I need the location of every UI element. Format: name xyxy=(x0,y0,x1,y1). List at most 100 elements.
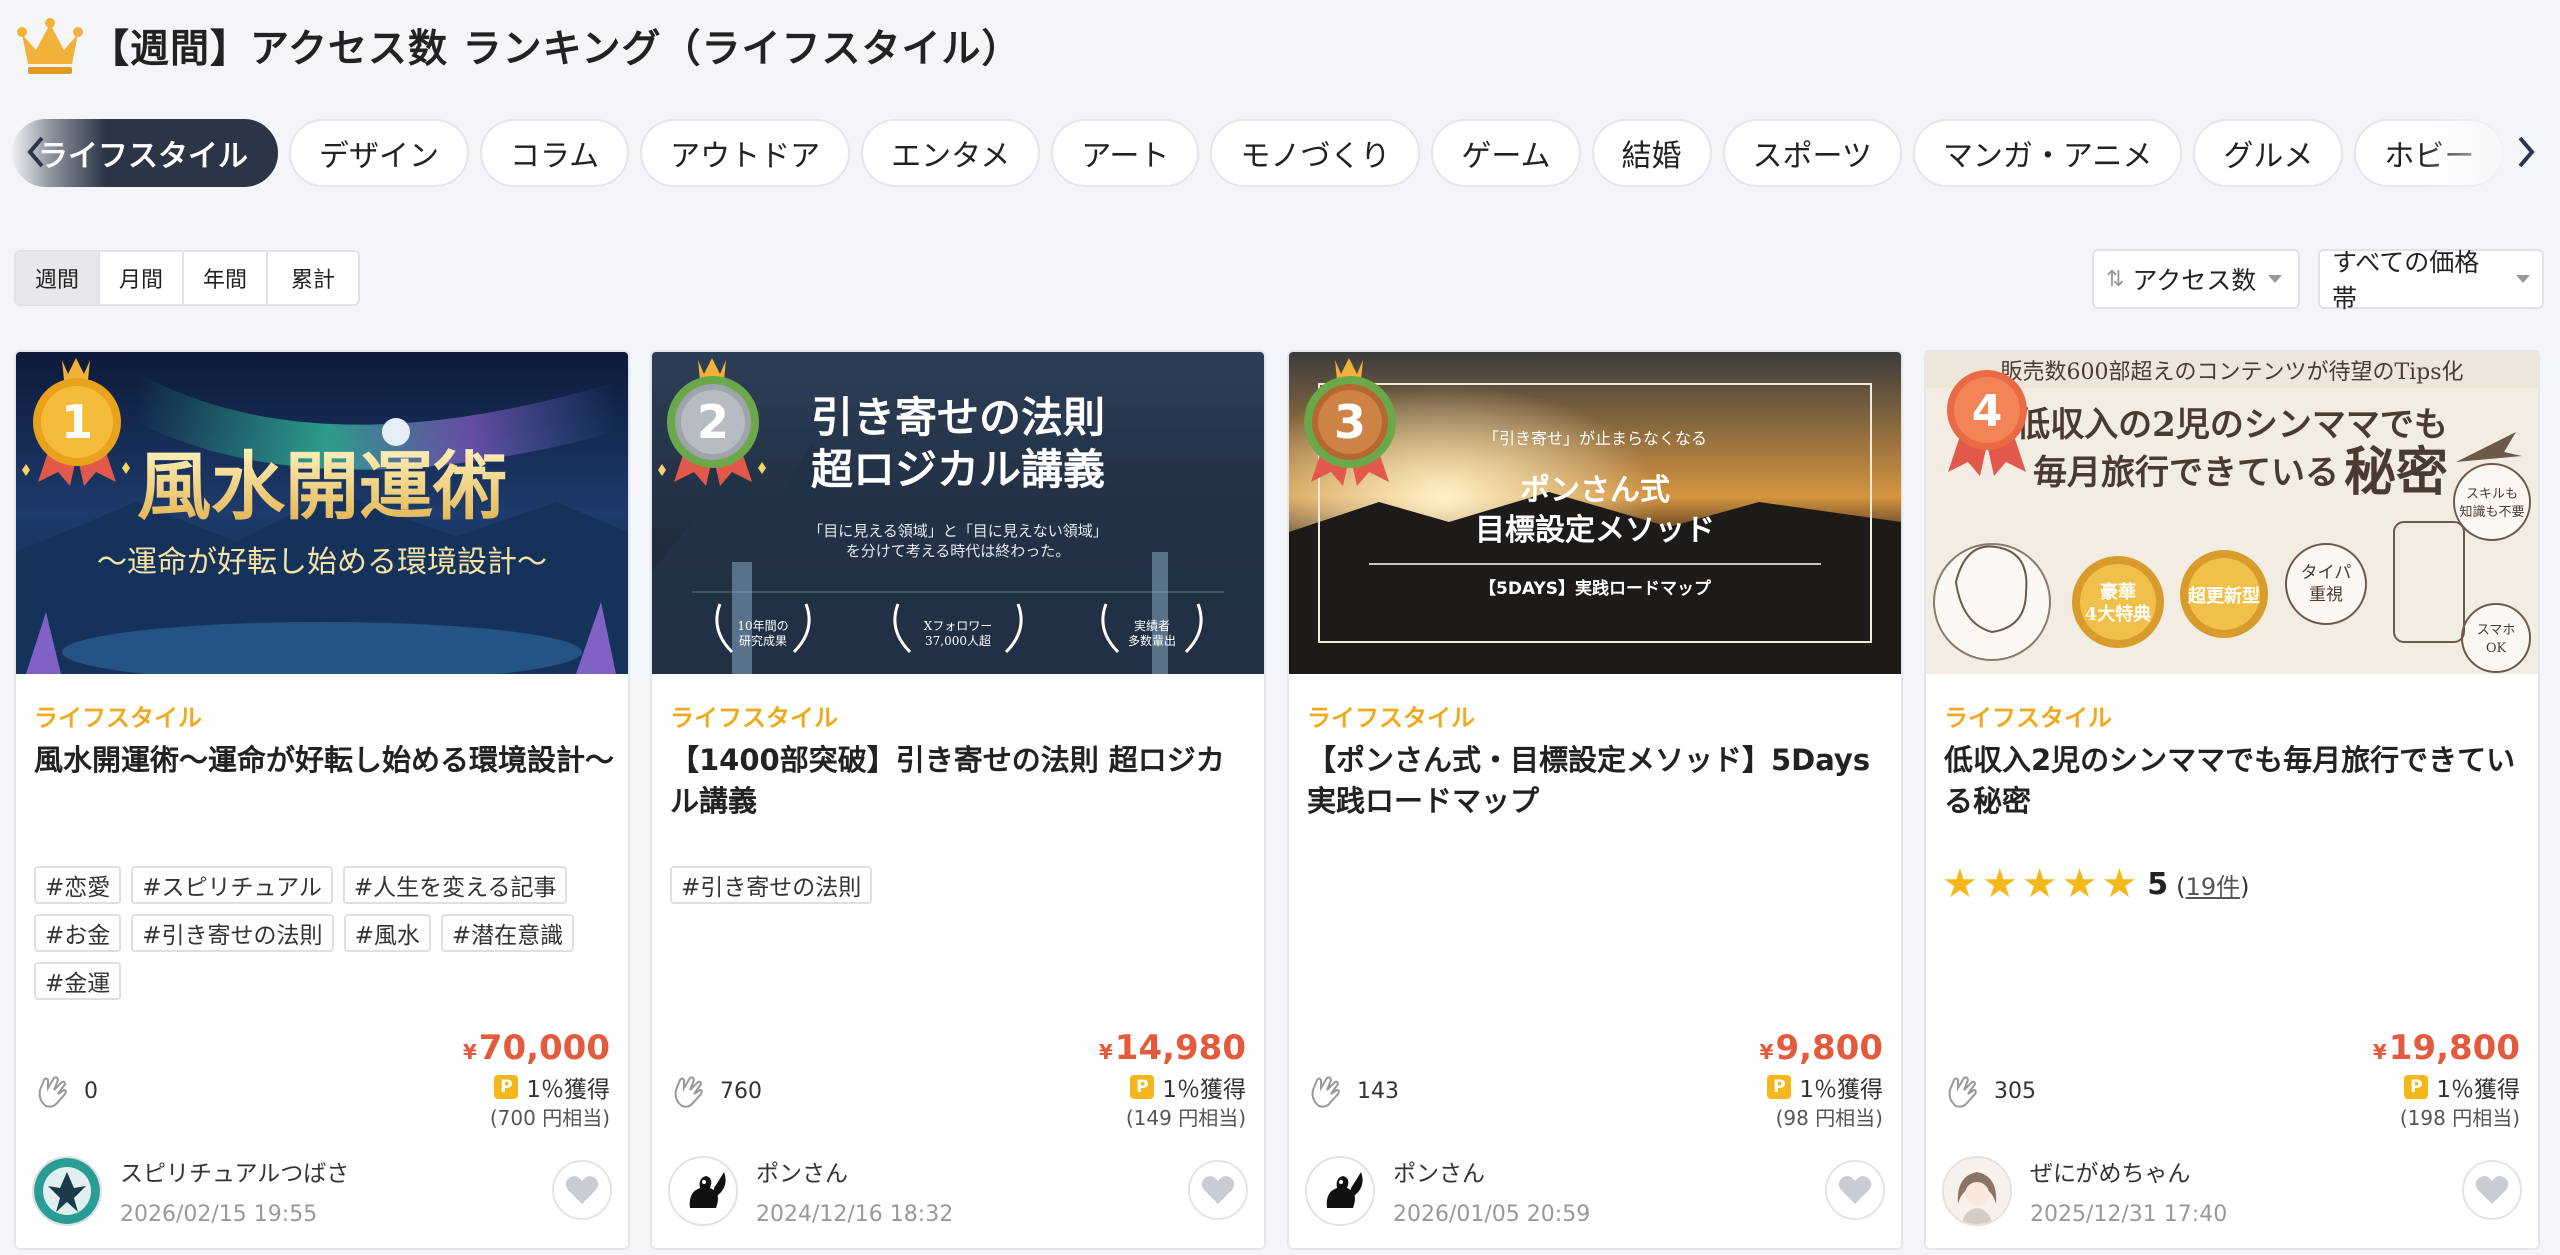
thumb-subtitle: 〜運命が好転し始める環境設計〜 xyxy=(97,545,547,580)
laurel-text: Xフォロワー xyxy=(924,619,993,633)
tab-column[interactable]: コラム xyxy=(480,119,630,187)
points-icon: P xyxy=(494,1075,519,1099)
card-category: ライフスタイル xyxy=(1944,704,2112,732)
heart-icon xyxy=(1201,1176,1235,1204)
like-count: 0 xyxy=(34,1072,98,1110)
tag[interactable]: #恋愛 xyxy=(34,866,122,904)
tab-game[interactable]: ゲーム xyxy=(1431,119,1581,187)
period-selector: 週間 月間 年間 累計 xyxy=(14,250,360,306)
card-title[interactable]: 【1400部突破】引き寄せの法則 超ロジカル講義 xyxy=(670,740,1250,822)
period-monthly[interactable]: 月間 xyxy=(100,252,184,304)
clap-icon xyxy=(674,1076,703,1108)
bubble-text: 知識も不要 xyxy=(2459,504,2524,520)
points-earned: P 1％獲得 xyxy=(1130,1070,1246,1104)
publish-date: 2025/12/31 17:40 xyxy=(2030,1202,2228,1227)
thumb-caption: 「引き寄せ」が止まらなくなる xyxy=(1483,429,1707,448)
publish-date: 2024/12/16 18:32 xyxy=(756,1202,954,1227)
author[interactable]: ポンさん 2024/12/16 18:32 xyxy=(668,1154,953,1227)
thumb-subtitle: 超ロジカル講義 xyxy=(811,445,1105,494)
rank-badge: 2 xyxy=(658,358,766,486)
card-title[interactable]: 低収入2児のシンママでも毎月旅行できている秘密 xyxy=(1944,740,2524,822)
like-count: 305 xyxy=(1944,1072,2036,1110)
tag[interactable]: #人生を変える記事 xyxy=(342,866,568,904)
tab-manga-anime[interactable]: マンガ・アニメ xyxy=(1912,119,2183,187)
tag[interactable]: #お金 xyxy=(34,914,122,952)
period-weekly[interactable]: 週間 xyxy=(16,252,100,304)
author[interactable]: ポンさん 2026/01/05 20:59 xyxy=(1305,1154,1590,1227)
bubble-text: OK xyxy=(2486,641,2507,656)
thumb-subtitle: 毎月旅行できている xyxy=(2033,453,2339,493)
caret-down-icon xyxy=(2516,275,2530,283)
tab-monozukuri[interactable]: モノづくり xyxy=(1210,119,1421,187)
laurel-text: 10年間の xyxy=(737,619,788,633)
tag[interactable]: #引き寄せの法則 xyxy=(131,914,334,952)
avatar xyxy=(668,1155,738,1226)
publish-date: 2026/02/15 19:55 xyxy=(120,1202,318,1227)
favorite-button[interactable] xyxy=(2462,1160,2522,1220)
tab-entertainment[interactable]: エンタメ xyxy=(861,119,1041,187)
bubble-text: スキルも xyxy=(2466,487,2518,502)
laurel-text: 実績者 xyxy=(1134,618,1170,633)
rating-score: 5 xyxy=(2147,866,2169,902)
ranking-card[interactable]: 「引き寄せ」が止まらなくなる ポンさん式 目標設定メソッド 【5DAYS】実践ロ… xyxy=(1287,350,1903,1250)
thumb-title: 風水開運術 xyxy=(137,444,507,530)
tag[interactable]: #潜在意識 xyxy=(440,914,575,952)
points-icon: P xyxy=(1130,1075,1155,1099)
tab-marriage[interactable]: 結婚 xyxy=(1591,119,1712,187)
review-count: (19件) xyxy=(2176,872,2250,901)
favorite-button[interactable] xyxy=(1188,1160,1248,1220)
points-equivalent: (149 円相当) xyxy=(1125,1106,1246,1130)
points-equivalent: (98 円相当) xyxy=(1775,1106,1883,1130)
tab-sports[interactable]: スポーツ xyxy=(1722,119,1902,187)
card-category: ライフスタイル xyxy=(1307,704,1475,732)
ranking-card[interactable]: 販売数600部超えのコンテンツが待望のTips化 低収入の2児のシンママでも 毎… xyxy=(1924,350,2540,1250)
avatar xyxy=(1942,1155,2012,1226)
thumb-title: 引き寄せの法則 xyxy=(811,393,1105,442)
points-earned: P 1％獲得 xyxy=(1767,1070,1883,1104)
card-title[interactable]: 【ポンさん式・目標設定メソッド】5Days実践ロードマップ xyxy=(1307,740,1887,822)
heart-icon xyxy=(2475,1176,2509,1204)
author-name: ポンさん xyxy=(1393,1161,1485,1187)
thumb-caption: 「目に見える領域」と「目に見えない領域」 xyxy=(808,522,1108,540)
tab-design[interactable]: デザイン xyxy=(289,119,469,187)
author[interactable]: ぜにがめちゃん 2025/12/31 17:40 xyxy=(1942,1154,2227,1227)
publish-date: 2026/01/05 20:59 xyxy=(1393,1202,1591,1227)
clap-icon xyxy=(1948,1076,1977,1108)
laurel-text: 多数輩出 xyxy=(1128,633,1176,648)
ranking-card[interactable]: 引き寄せの法則 超ロジカル講義 「目に見える領域」と「目に見えない領域」 を分け… xyxy=(650,350,1266,1250)
tag[interactable]: #引き寄せの法則 xyxy=(670,866,873,904)
chevron-right-icon[interactable] xyxy=(2510,132,2542,172)
favorite-button[interactable] xyxy=(1825,1160,1885,1220)
star-icon: ★ xyxy=(1942,861,1978,907)
tag[interactable]: #風水 xyxy=(343,914,431,952)
favorite-button[interactable] xyxy=(552,1160,612,1220)
period-yearly[interactable]: 年間 xyxy=(184,252,268,304)
period-total[interactable]: 累計 xyxy=(268,252,358,304)
tab-art[interactable]: アート xyxy=(1051,119,1200,187)
tab-gourmet[interactable]: グルメ xyxy=(2193,119,2344,187)
points-icon: P xyxy=(1767,1075,1792,1099)
author-name: スピリチュアルつばさ xyxy=(120,1161,350,1187)
page: { "page_title": "【週間】アクセス数 ランキング（ライフスタイル… xyxy=(0,0,2560,1255)
author-name: ポンさん xyxy=(756,1161,848,1187)
star-icon: ★ xyxy=(2021,861,2058,907)
points-earned: P 1％獲得 xyxy=(494,1070,610,1104)
avatar xyxy=(32,1155,102,1226)
review-count-link[interactable]: 19件 xyxy=(2186,873,2241,901)
tag[interactable]: #金運 xyxy=(34,962,122,1000)
ranking-card[interactable]: 風水開運術 〜運命が好転し始める環境設計〜 1 ライフスタイル 風水開運術〜運命… xyxy=(14,350,630,1250)
price-filter-dropdown[interactable]: すべての価格帯 xyxy=(2318,248,2544,313)
avatar xyxy=(1305,1155,1375,1226)
card-title[interactable]: 風水開運術〜運命が好転し始める環境設計〜 xyxy=(34,740,614,781)
tag[interactable]: #スピリチュアル xyxy=(131,866,333,904)
rank-number: 3 xyxy=(1334,395,1366,449)
chevron-left-icon[interactable] xyxy=(20,132,52,172)
sort-dropdown[interactable]: ⇅ アクセス数 xyxy=(2092,249,2300,309)
like-count: 760 xyxy=(670,1072,762,1110)
rating: ★ ★ ★ ★ ★ 5 (19件) xyxy=(1942,864,2249,904)
tab-outdoor[interactable]: アウトドア xyxy=(640,119,851,187)
clap-icon xyxy=(38,1076,67,1108)
medal-text: 4大特典 xyxy=(2085,603,2152,625)
author[interactable]: スピリチュアルつばさ 2026/02/15 19:55 xyxy=(32,1154,349,1227)
points-equivalent: (198 円相当) xyxy=(2399,1106,2520,1130)
